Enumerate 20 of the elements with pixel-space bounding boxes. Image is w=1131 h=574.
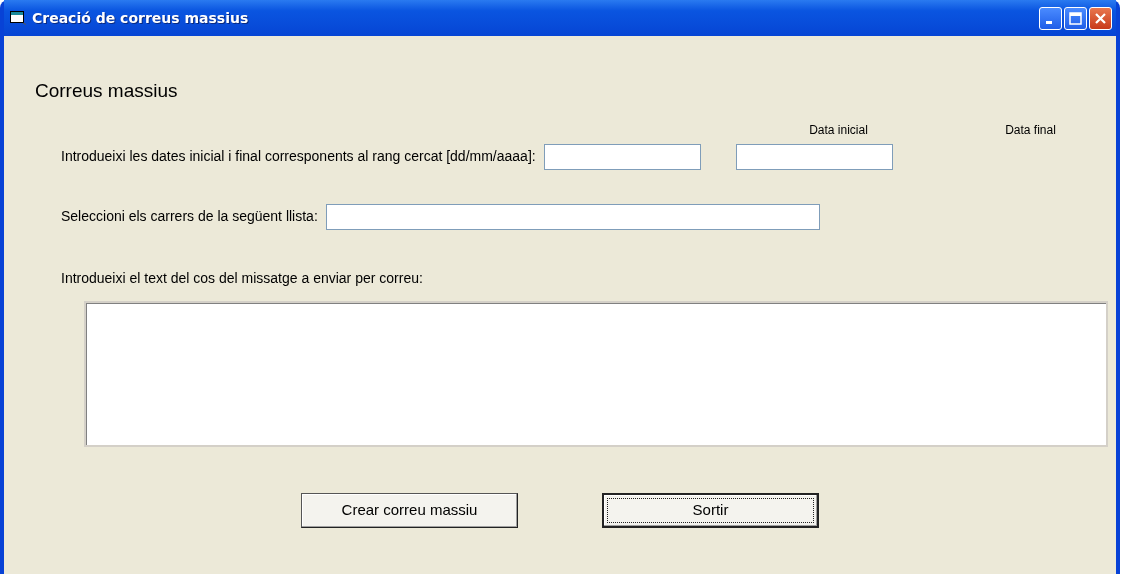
minimize-icon [1045,20,1052,24]
maximize-icon [1069,11,1082,25]
date-field[interactable] [543,143,701,170]
window-title: Creació de correus massius [32,10,249,26]
action-button[interactable]: Sortir [602,492,819,528]
field-label: Seleccioni els carrers de la següent llista: [61,207,318,226]
form-heading: Correus massius [35,79,179,103]
minimize-button[interactable] [1039,6,1062,30]
field-label: Introdueixi el text del cos del missatge a enviar per correu: [61,268,423,288]
close-icon [1094,11,1107,25]
column-header: Data final [1004,121,1057,139]
field-label: Introdueixi les dates inicial i final corresponents al rang cercat [dd/mm/aaaa]: [61,147,536,166]
close-button[interactable] [1089,6,1112,30]
message-field[interactable] [84,300,1108,447]
date-field[interactable] [735,143,893,170]
street-field[interactable] [325,203,820,230]
window-icon [10,11,26,25]
maximize-button[interactable] [1064,6,1087,30]
action-button[interactable]: Crear correu massiu [301,492,518,528]
column-header: Data inicial [808,121,869,139]
